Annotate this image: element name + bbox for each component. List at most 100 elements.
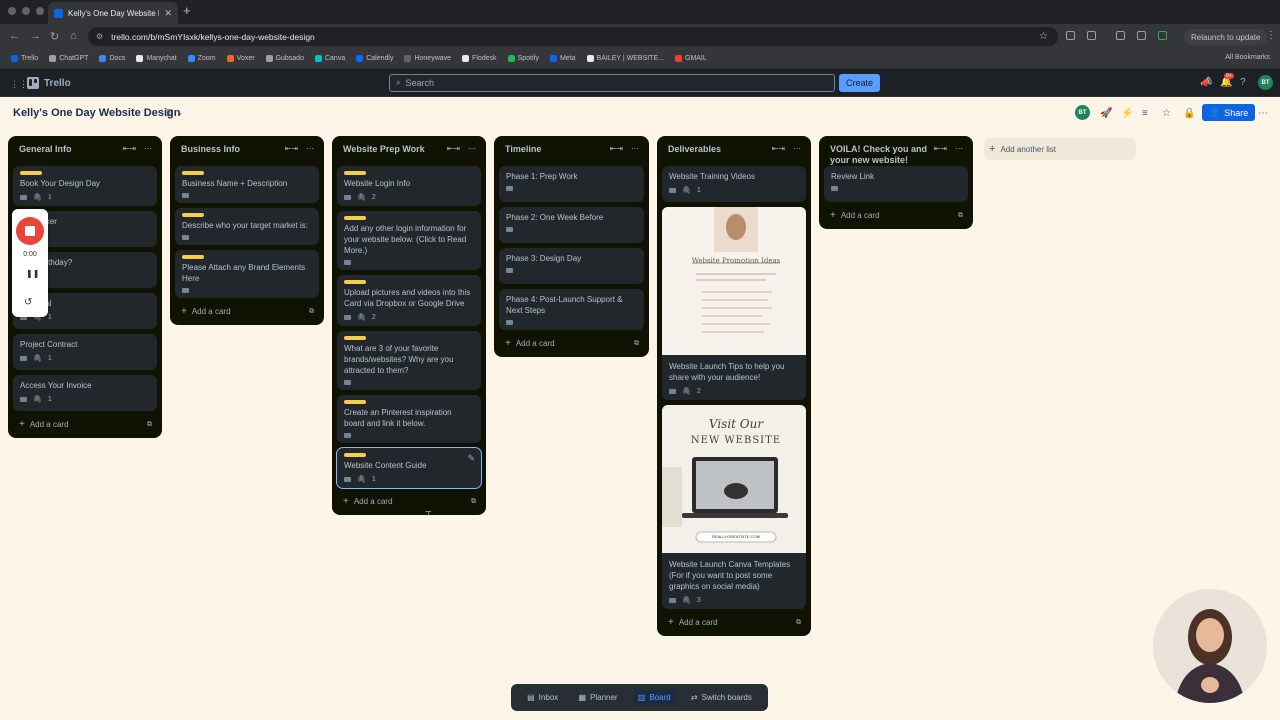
board-view-switcher-icon[interactable]: ▥ ⌄ [165,107,184,118]
card[interactable]: Website Promotion Ideas Website Launch Ti… [662,207,806,400]
card[interactable]: Create an Pinterest inspiration board an… [337,395,481,443]
card[interactable]: Phase 3: Design Day [499,248,644,284]
collapse-list-icon[interactable]: ⇤⇥ [934,144,947,153]
reload-icon[interactable]: ↻ [50,30,59,43]
card[interactable]: Upload pictures and videos into this Car… [337,275,481,326]
add-card-button[interactable]: + Add a card ⧉ [662,609,806,630]
megaphone-icon[interactable]: 📣 [1200,77,1212,88]
card[interactable]: Website Content Guide 🖇 1 ✎ [336,447,482,489]
home-icon[interactable]: ⌂ [70,30,77,42]
bookmark-star-icon[interactable]: ☆ [1039,31,1048,42]
browser-tab[interactable]: Kelly's One Day Website Desig ✕ [48,2,178,24]
card[interactable]: Website Login Info 🖇 2 [337,166,481,206]
edit-card-icon[interactable]: ✎ [467,453,475,464]
list-title[interactable]: Website Prep Work [343,144,447,155]
help-icon[interactable]: ? [1240,77,1246,88]
extension-icon[interactable] [1087,31,1096,40]
list-title[interactable]: Deliverables [668,144,772,155]
browser-menu-icon[interactable]: ⋮ [1266,30,1276,41]
star-board-icon[interactable]: ☆ [1162,108,1171,119]
automation-icon[interactable]: ⚡ [1121,108,1133,119]
tab-close-icon[interactable]: ✕ [164,8,172,19]
bookmark-item[interactable]: Manychat [136,55,177,62]
bookmark-item[interactable]: Meta [549,55,576,62]
bookmark-item[interactable]: Canva [314,55,345,62]
card[interactable]: Review Link [824,166,968,202]
filter-icon[interactable]: ≡ [1142,108,1148,119]
bookmark-item[interactable]: Zoom [187,55,216,62]
add-card-button[interactable]: + Add a card ⧉ [499,330,644,351]
share-button[interactable]: 👤 Share [1202,104,1256,121]
card[interactable]: Business Name + Description [175,166,319,203]
list-title[interactable]: Business Info [181,144,285,155]
card[interactable]: Visit Our NEW WEBSITE REALLYGREATSITE.COM W… [662,405,806,609]
add-card-button[interactable]: + Add a card ⧉ [824,202,968,223]
add-card-button[interactable]: + Add a card ⧉ [13,411,157,432]
bookmark-item[interactable]: BAILEY | WEBSITE... [586,55,664,62]
board-member-avatar[interactable]: BT [1075,105,1090,120]
nav-inbox[interactable]: ▤ Inbox [522,690,563,705]
nav-switch-boards[interactable]: ⇄ Switch boards [686,690,757,705]
window-controls[interactable] [8,7,44,15]
list-title[interactable]: General Info [19,144,123,155]
address-bar[interactable]: ⚙ trello.com/b/mSmYIsxk/kellys-one-day-w… [88,27,1058,46]
card[interactable]: Access Your Invoice 🖇 1 [13,375,157,411]
bookmark-item[interactable]: Trello [11,55,38,62]
extension-icon[interactable] [1066,31,1075,40]
bookmark-item[interactable]: Docs [99,55,125,62]
create-from-template-icon[interactable]: ⧉ [958,212,963,220]
list-menu-icon[interactable]: ⋯ [144,144,152,153]
add-another-list-button[interactable]: + Add another list [984,138,1136,160]
create-from-template-icon[interactable]: ⧉ [634,340,639,348]
back-icon[interactable]: ← [9,30,20,42]
card[interactable]: Website Training Videos 🖇 1 [662,166,806,202]
card[interactable]: Please Attach any Brand Elements Here [175,250,319,298]
collapse-list-icon[interactable]: ⇤⇥ [610,144,623,153]
extension-icon[interactable] [1137,31,1146,40]
list-menu-icon[interactable]: ⋯ [955,144,963,153]
board-menu-icon[interactable]: ⋯ [1258,108,1268,119]
new-tab-icon[interactable]: + [183,3,191,18]
stop-recording-button[interactable] [16,217,44,245]
list-menu-icon[interactable]: ⋯ [468,144,476,153]
card[interactable]: Project Contract 🖇 1 [13,334,157,370]
collapse-list-icon[interactable]: ⇤⇥ [123,144,136,153]
card[interactable]: Describe who your target market is: [175,208,319,245]
list-menu-icon[interactable]: ⋯ [631,144,639,153]
trello-logo[interactable]: Trello [27,77,71,89]
nav-board[interactable]: ▥ Board [632,690,676,705]
bookmark-item[interactable]: Flodesk [462,55,497,62]
create-from-template-icon[interactable]: ⧉ [796,619,801,627]
card[interactable]: Phase 1: Prep Work [499,166,644,202]
bookmark-item[interactable]: GMAIL [674,55,707,62]
card[interactable]: What are 3 of your favorite brands/websi… [337,331,481,390]
profile-icon[interactable] [1158,31,1167,40]
app-switcher-icon[interactable]: ⋮⋮ [10,79,28,90]
create-button[interactable]: Create [839,74,881,92]
create-from-template-icon[interactable]: ⧉ [309,308,314,316]
list-title[interactable]: Timeline [505,144,610,155]
bookmark-item[interactable]: ChatGPT [49,55,88,62]
card[interactable]: Phase 2: One Week Before [499,207,644,243]
add-card-button[interactable]: + Add a card ⧉ [337,488,481,509]
extension-icon[interactable] [1116,31,1125,40]
card[interactable]: Book Your Design Day 🖇 1 [13,166,157,206]
bookmark-item[interactable]: Gubsado [265,55,304,62]
restart-icon[interactable]: ↺ [24,297,32,308]
relaunch-button[interactable]: Relaunch to update [1184,29,1268,45]
card[interactable]: Add any other login information for your… [337,211,481,270]
bookmark-item[interactable]: Spotify [507,55,539,62]
add-card-button[interactable]: + Add a card ⧉ [175,298,319,319]
create-from-template-icon[interactable]: ⧉ [147,421,152,429]
card[interactable]: Phase 4: Post-Launch Support & Next Step… [499,289,644,330]
list-menu-icon[interactable]: ⋯ [793,144,801,153]
bookmark-item[interactable]: Calendly [356,55,393,62]
create-from-template-icon[interactable]: ⧉ [471,498,476,506]
list-menu-icon[interactable]: ⋯ [306,144,314,153]
all-bookmarks[interactable]: All Bookmarks [1225,54,1270,61]
bookmark-item[interactable]: Voxer [226,55,255,62]
pause-icon[interactable]: ❚❚ [26,269,39,278]
bookmark-item[interactable]: Honeywave [404,55,451,62]
visibility-lock-icon[interactable]: 🔒 [1183,108,1195,119]
site-info-icon[interactable]: ⚙ [96,32,103,41]
